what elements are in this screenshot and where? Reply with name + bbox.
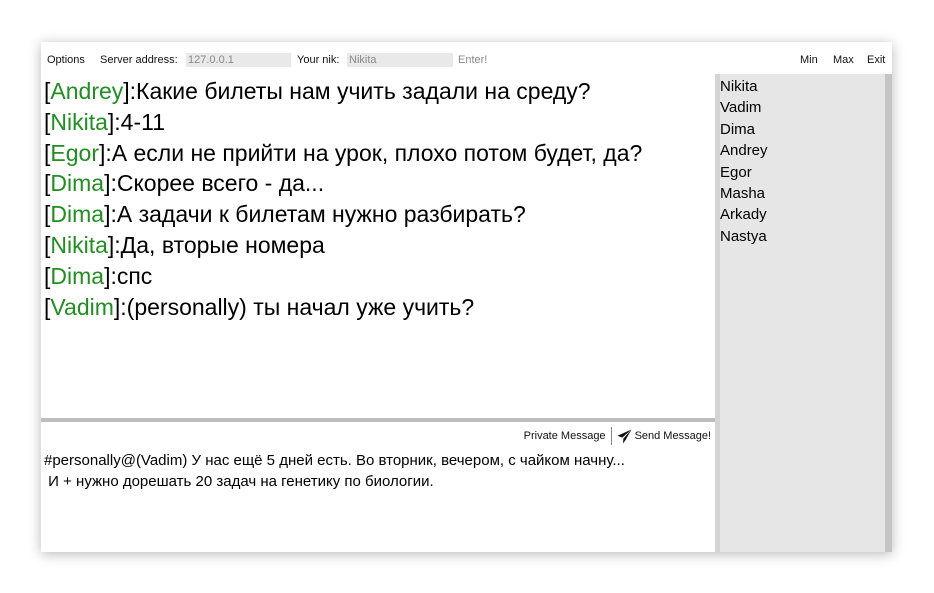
user-list-item[interactable]: Nikita <box>720 76 885 97</box>
user-list-item[interactable]: Andrey <box>720 140 885 161</box>
user-list-item[interactable]: Masha <box>720 183 885 204</box>
user-list-item[interactable]: Dima <box>720 119 885 140</box>
exit-button[interactable]: Exit <box>867 53 885 67</box>
message-nick: Dima <box>50 170 105 197</box>
message-text: :А задачи к билетам нужно разбирать? <box>110 201 526 228</box>
user-list-item[interactable]: Egor <box>720 162 885 183</box>
chat-message: [Egor]:А если не прийти на урок, плохо п… <box>44 139 643 166</box>
chat-message: [Andrey]:Какие билеты нам учить задали н… <box>44 78 591 104</box>
actions-separator <box>610 427 612 445</box>
chat-message: [Vadim]:(personally) ты начал уже учить? <box>44 293 475 320</box>
chat-window: Options Server address: 127.0.0.1 Your n… <box>41 42 892 552</box>
private-message-button[interactable]: Private Message <box>524 430 606 442</box>
message-text: :Да, вторые номера <box>114 231 325 258</box>
message-text: :Скорее всего - да... <box>110 170 325 197</box>
message-text: :(personally) ты начал уже учить? <box>120 293 475 320</box>
user-list-item[interactable]: Nastya <box>720 226 885 247</box>
server-address-label: Server address: <box>100 54 178 66</box>
enter-button[interactable]: Enter! <box>458 53 487 67</box>
message-text: :Какие билеты нам учить задали на среду? <box>129 78 591 104</box>
chat-message: [Nikita]:4-11 <box>44 108 166 135</box>
message-text: :А если не прийти на урок, плохо потом б… <box>105 139 643 166</box>
nick-label: Your nik: <box>297 54 340 66</box>
paper-plane-icon <box>617 428 632 444</box>
message-text: :спс <box>110 262 153 289</box>
send-message-label: Send Message! <box>634 430 711 442</box>
message-nick: Nikita <box>50 108 108 135</box>
user-list-item[interactable]: Arkady <box>720 204 885 225</box>
maximize-button[interactable]: Max <box>833 53 854 67</box>
draft-line: И + нужно дорешать 20 задач на генетику … <box>44 473 434 490</box>
chat-message: [Dima]:А задачи к билетам нужно разбират… <box>44 201 526 228</box>
user-list: Nikita Vadim Dima Andrey Egor Masha Arka… <box>720 74 885 552</box>
message-nick: Dima <box>50 201 105 228</box>
options-menu[interactable]: Options <box>47 53 85 67</box>
user-list-scrollbar[interactable] <box>885 74 892 552</box>
draft-line: #personally@(Vadim) У нас ещё 5 дней ест… <box>44 452 625 469</box>
send-message-button[interactable]: Send Message! <box>617 428 711 444</box>
message-text: :4-11 <box>114 108 166 135</box>
nick-input[interactable]: Nikita <box>347 53 453 67</box>
chat-message: [Dima]:Скорее всего - да... <box>44 170 325 197</box>
message-input[interactable]: #personally@(Vadim) У нас ещё 5 дней ест… <box>44 450 625 492</box>
message-nick: Nikita <box>50 231 108 258</box>
composer-actions: Private Message Send Message! <box>524 427 711 445</box>
server-address-input[interactable]: 127.0.0.1 <box>186 53 291 67</box>
toolbar: Options Server address: 127.0.0.1 Your n… <box>41 42 892 74</box>
message-nick: Andrey <box>50 78 124 104</box>
message-nick: Dima <box>50 262 105 289</box>
minimize-button[interactable]: Min <box>800 53 818 67</box>
chat-log: [Andrey]:Какие билеты нам учить задали н… <box>41 74 715 418</box>
message-nick: Egor <box>50 139 99 166</box>
message-nick: Vadim <box>50 293 114 320</box>
message-composer[interactable]: Private Message Send Message! #personall… <box>41 422 715 552</box>
chat-message: [Nikita]:Да, вторые номера <box>44 231 325 258</box>
user-list-item[interactable]: Vadim <box>720 97 885 118</box>
chat-message: [Dima]:спс <box>44 262 153 289</box>
